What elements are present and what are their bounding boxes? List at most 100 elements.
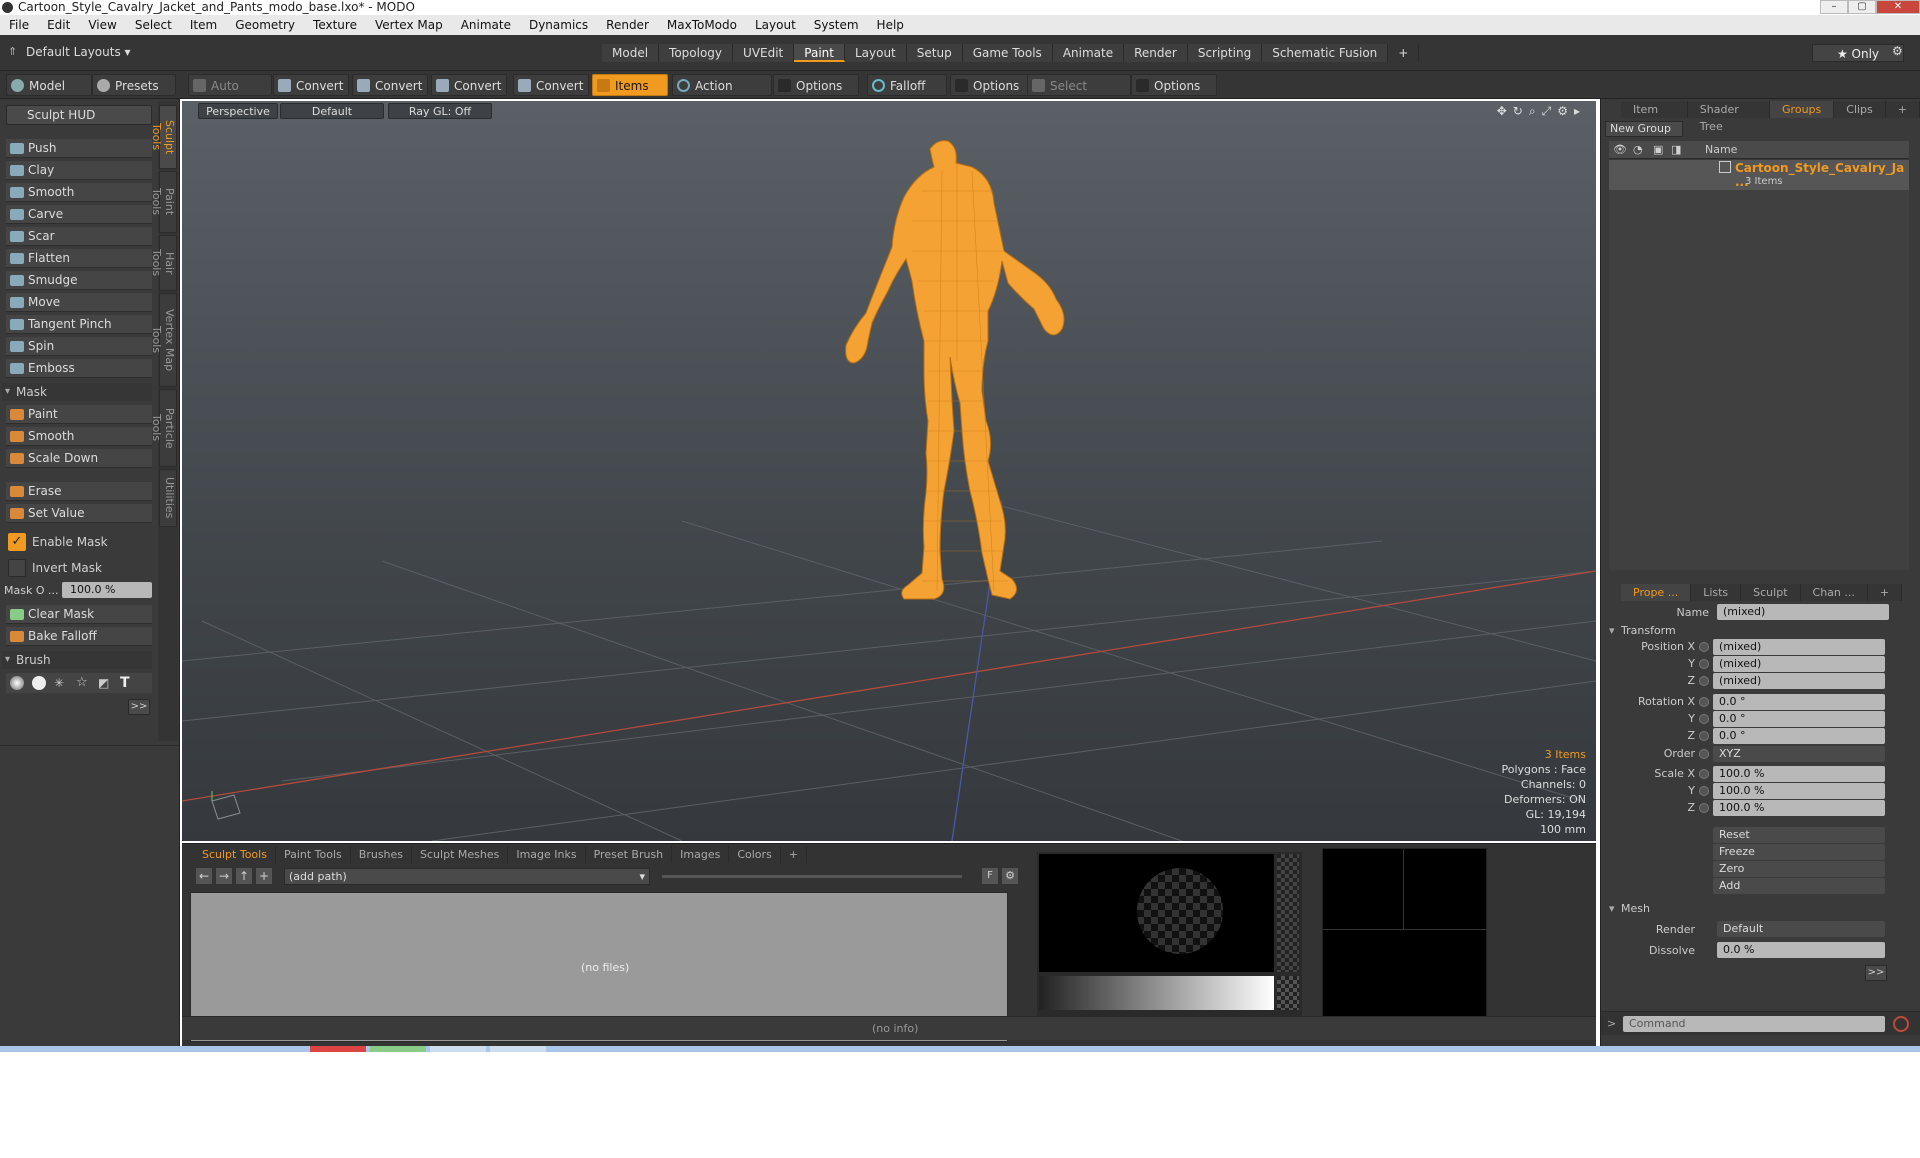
tool-push[interactable]: Push (6, 139, 152, 158)
tool-tangent-pinch[interactable]: Tangent Pinch (6, 315, 152, 334)
forward-arrow-icon[interactable]: → (216, 868, 232, 884)
taskbar-app[interactable] (370, 1046, 426, 1052)
mesh-section[interactable]: Mesh (1609, 902, 1650, 915)
tab-render[interactable]: Render (1124, 44, 1188, 62)
tab-animate[interactable]: Animate (1052, 44, 1125, 62)
order-dropdown[interactable]: XYZ (1713, 746, 1885, 762)
tab-lists[interactable]: Lists (1691, 584, 1742, 601)
position-y-field[interactable]: (mixed) (1713, 656, 1885, 672)
channel-dot[interactable] (1699, 642, 1709, 652)
btab-add[interactable]: + (781, 846, 808, 863)
channel-dot[interactable] (1699, 786, 1709, 796)
freeze-dropdown[interactable]: Freeze (1713, 844, 1885, 860)
filter-button[interactable]: F (982, 868, 998, 884)
default-layouts-dropdown[interactable]: Default Layouts ▾ (26, 45, 131, 59)
tab-add[interactable]: + (1885, 101, 1920, 118)
maximize-button[interactable]: ▢ (1848, 0, 1876, 14)
close-button[interactable]: ✕ (1876, 0, 1920, 14)
expand-button[interactable]: >> (128, 699, 150, 715)
transform-section[interactable]: Transform (1609, 624, 1676, 637)
up-folder-icon[interactable]: ↑ (236, 868, 252, 884)
select-icon[interactable]: ◨ (1671, 143, 1681, 156)
rotation-y-field[interactable]: 0.0 ° (1713, 711, 1885, 727)
tool-flatten[interactable]: Flatten (6, 249, 152, 268)
group-row[interactable]: Cartoon_Style_Cavalry_Ja ... 3 Items (1609, 160, 1909, 190)
menu-file[interactable]: File (0, 15, 38, 35)
tab-game-tools[interactable]: Game Tools (962, 44, 1053, 62)
select-through-button[interactable]: Select Through (1027, 74, 1131, 115)
splat-brush-icon[interactable]: ✳ (54, 676, 68, 690)
mask-tool-smooth[interactable]: Smooth (6, 427, 152, 446)
btab-images[interactable]: Images (672, 846, 730, 863)
taskbar-app[interactable] (430, 1046, 486, 1052)
back-arrow-icon[interactable]: ← (196, 868, 212, 884)
procedural-brush-icon[interactable]: ◩ (98, 676, 112, 690)
erase-button[interactable]: Erase (6, 482, 152, 501)
channel-dot[interactable] (1699, 803, 1709, 813)
gear-icon[interactable]: ⚙ (1002, 868, 1018, 884)
menu-layout[interactable]: Layout (746, 15, 805, 35)
gradient-strip[interactable] (1039, 976, 1274, 1010)
btab-sculpt-meshes[interactable]: Sculpt Meshes (412, 846, 509, 863)
dissolve-field[interactable]: 0.0 % (1717, 942, 1885, 958)
scale-x-field[interactable]: 100.0 % (1713, 766, 1885, 782)
mask-section-header[interactable]: Mask (2, 383, 152, 401)
vtab-particle-tools[interactable]: Particle Tools (150, 389, 177, 467)
mask-tool-scale-down[interactable]: Scale Down (6, 449, 152, 468)
3d-viewport[interactable]: Perspective Default Ray GL: Off ✥ ↻ ⌕ ⤢ … (182, 101, 1596, 841)
tab-shader-tree[interactable]: Shader Tree (1687, 101, 1771, 133)
model-button[interactable]: Model F2 (6, 74, 92, 115)
btab-colors[interactable]: Colors (729, 846, 781, 863)
add-folder-icon[interactable]: + (256, 868, 272, 884)
path-dropdown[interactable]: (add path) ▾ (284, 868, 650, 885)
menu-animate[interactable]: Animate (452, 15, 520, 35)
name-field[interactable]: (mixed) (1717, 604, 1889, 620)
taskbar-app[interactable] (490, 1046, 546, 1052)
tool-smooth[interactable]: Smooth (6, 183, 152, 202)
minimize-button[interactable]: – (1820, 0, 1848, 14)
auto-select-button[interactable]: Auto Select (188, 74, 272, 115)
new-group-button[interactable]: New Group (1605, 121, 1683, 137)
bake-falloff-button[interactable]: Bake Falloff (6, 627, 152, 646)
btab-sculpt-tools[interactable]: Sculpt Tools (194, 846, 276, 863)
mask-opacity-field[interactable]: 100.0 % (62, 582, 152, 598)
btab-paint-tools[interactable]: Paint Tools (276, 846, 351, 863)
tab-scripting[interactable]: Scripting (1187, 44, 1263, 62)
convert-materials-button[interactable]: Convert (513, 74, 589, 96)
tab-model[interactable]: Model (602, 44, 660, 62)
tab-properties[interactable]: Prope ... (1621, 584, 1692, 601)
star-brush-icon[interactable]: ☆ (76, 676, 90, 690)
clear-mask-button[interactable]: Clear Mask (6, 605, 152, 624)
eye-icon[interactable]: 👁 (1613, 143, 1627, 156)
tab-add[interactable]: + (1867, 584, 1903, 601)
vtab-vertex-map-tools[interactable]: Vertex Map Tools (150, 293, 177, 387)
items-button[interactable]: Items (592, 74, 668, 96)
hard-brush-icon[interactable] (32, 676, 46, 690)
lock-icon[interactable]: ▣ (1653, 143, 1663, 156)
tab-item-list[interactable]: Item List (1621, 101, 1688, 133)
tab-paint[interactable]: Paint (794, 44, 845, 62)
position-x-field[interactable]: (mixed) (1713, 639, 1885, 655)
soft-brush-icon[interactable] (10, 676, 24, 690)
menu-geometry[interactable]: Geometry (226, 15, 304, 35)
menu-item[interactable]: Item (181, 15, 226, 35)
tab-uvedit[interactable]: UVEdit (733, 44, 795, 62)
invert-mask-checkbox[interactable] (8, 559, 26, 577)
add-tab-button[interactable]: + (1388, 44, 1420, 62)
channel-dot[interactable] (1699, 769, 1709, 779)
command-input[interactable]: Command (1623, 1016, 1885, 1032)
vtab-paint-tools[interactable]: Paint Tools (150, 171, 177, 233)
menu-select[interactable]: Select (126, 15, 181, 35)
character-wireframe[interactable] (845, 140, 1065, 600)
tab-clips[interactable]: Clips (1834, 101, 1886, 118)
sculpt-hud-button[interactable]: Sculpt HUD (6, 105, 152, 125)
vtab-sculpt-tools[interactable]: Sculpt Tools (150, 105, 177, 169)
tab-layout[interactable]: Layout (844, 44, 907, 62)
taskbar-app[interactable] (310, 1046, 366, 1052)
add-dropdown[interactable]: Add (1713, 878, 1885, 894)
enable-mask-checkbox[interactable]: ✓ (8, 533, 26, 551)
channel-dot[interactable] (1699, 676, 1709, 686)
menu-help[interactable]: Help (868, 15, 913, 35)
menu-view[interactable]: View (79, 15, 125, 35)
menu-system[interactable]: System (805, 15, 868, 35)
